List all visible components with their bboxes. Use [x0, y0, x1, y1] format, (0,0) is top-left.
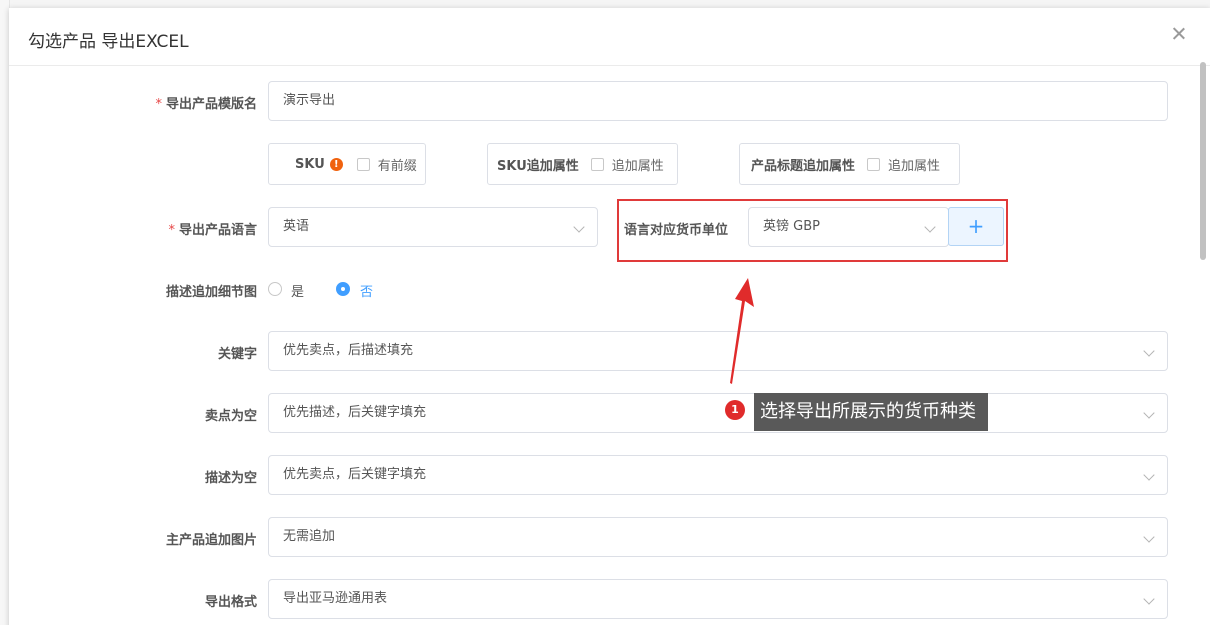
detail-image-label: 描述追加细节图 — [165, 285, 257, 300]
export-dialog: 勾选产品 导出EXCEL * 导出产品模版名 演示导出 SKU ! 有前缀 SKU… — [9, 8, 1210, 625]
sku-attr-checkbox-label: 追加属性 — [611, 158, 664, 174]
chevron-down-icon — [1143, 593, 1155, 605]
main-image-value: 无需追加 — [283, 529, 336, 544]
title-attr-option-label: 产品标题追加属性 — [751, 158, 856, 174]
export-format-value: 导出亚马逊通用表 — [283, 591, 388, 606]
sku-attr-checkbox[interactable] — [590, 157, 604, 171]
keywords-select-value: 优先卖点，后描述填充 — [283, 343, 414, 358]
template-name-label-text: 导出产品模版名 — [165, 97, 257, 112]
highlight-box — [617, 199, 1008, 262]
annotation-callout: 选择导出所展示的货币种类 — [754, 393, 988, 431]
language-label: * 导出产品语言 — [168, 219, 257, 238]
scrollbar-thumb[interactable] — [1200, 62, 1206, 260]
dialog-header: 勾选产品 导出EXCEL — [9, 8, 1210, 66]
keywords-label: 关键字 — [217, 347, 257, 362]
required-mark: * — [168, 223, 175, 238]
main-image-label: 主产品追加图片 — [165, 533, 257, 548]
chevron-down-icon — [1143, 469, 1155, 481]
description-empty-select[interactable]: 优先卖点，后关键字填充 — [268, 455, 1168, 495]
chevron-down-icon — [573, 221, 585, 233]
title-attr-checkbox[interactable] — [867, 157, 881, 171]
required-mark: * — [155, 97, 162, 112]
sku-option-box: SKU ! 有前缀 — [268, 143, 426, 185]
export-format-label: 导出格式 — [204, 595, 257, 610]
description-empty-value: 优先卖点，后关键字填充 — [283, 467, 427, 482]
template-name-input[interactable]: 演示导出 — [268, 81, 1168, 121]
detail-image-yes-label: 是 — [291, 285, 305, 300]
language-label-text: 导出产品语言 — [178, 223, 257, 238]
detail-image-yes-radio[interactable] — [268, 282, 282, 296]
language-select[interactable]: 英语 — [268, 207, 598, 247]
sku-option-label: SKU — [295, 156, 325, 172]
template-name-label: * 导出产品模版名 — [155, 93, 257, 112]
annotation-arrow — [730, 278, 754, 384]
chevron-down-icon — [1143, 345, 1155, 357]
sku-attr-option-label: SKU追加属性 — [497, 158, 579, 174]
sku-attr-option-box: SKU追加属性 追加属性 — [487, 143, 678, 185]
title-attr-option-box: 产品标题追加属性 追加属性 — [739, 143, 960, 185]
selling-point-empty-value: 优先描述，后关键字填充 — [283, 405, 427, 420]
export-format-select[interactable]: 导出亚马逊通用表 — [268, 579, 1168, 619]
scrollbar[interactable] — [1200, 62, 1206, 625]
main-image-select[interactable]: 无需追加 — [268, 517, 1168, 557]
chevron-down-icon — [1143, 531, 1155, 543]
close-icon[interactable] — [1170, 25, 1188, 43]
chevron-down-icon — [1143, 407, 1155, 419]
detail-image-no-label: 否 — [360, 285, 374, 300]
language-select-value: 英语 — [283, 219, 310, 234]
selling-point-empty-label: 卖点为空 — [204, 409, 257, 424]
annotation-number-badge: 1 — [725, 400, 745, 420]
warning-icon[interactable]: ! — [329, 157, 343, 171]
detail-image-no-radio[interactable] — [336, 282, 350, 296]
title-attr-checkbox-label: 追加属性 — [888, 158, 941, 174]
dialog-title: 勾选产品 导出EXCEL — [28, 32, 189, 52]
sku-prefix-checkbox[interactable] — [356, 157, 370, 171]
selling-point-empty-select[interactable]: 优先描述，后关键字填充 — [268, 393, 1168, 433]
description-empty-label: 描述为空 — [204, 471, 257, 486]
sku-prefix-label: 有前缀 — [377, 158, 417, 174]
